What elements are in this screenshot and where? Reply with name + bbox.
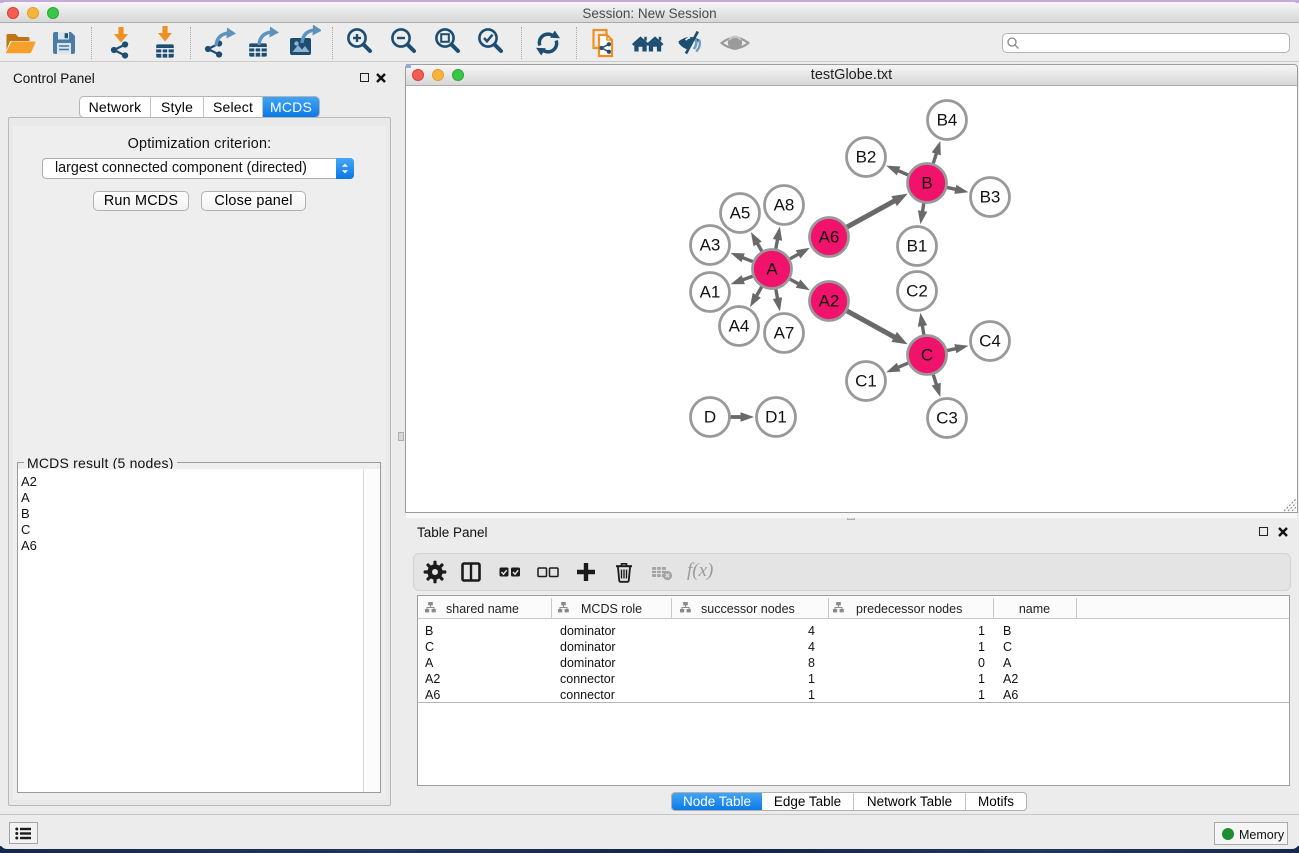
- svg-text:A7: A7: [774, 324, 795, 343]
- svg-text:A8: A8: [774, 196, 795, 215]
- svg-text:D1: D1: [765, 408, 787, 427]
- svg-text:C2: C2: [906, 282, 928, 301]
- svg-text:D: D: [704, 408, 716, 427]
- svg-text:B2: B2: [856, 148, 877, 167]
- svg-text:A1: A1: [700, 283, 721, 302]
- svg-text:C4: C4: [979, 332, 1001, 351]
- svg-text:A5: A5: [730, 204, 751, 223]
- svg-text:B: B: [921, 174, 932, 193]
- svg-text:A2: A2: [819, 292, 840, 311]
- svg-text:A4: A4: [729, 317, 750, 336]
- svg-text:B1: B1: [907, 237, 928, 256]
- svg-text:C: C: [921, 346, 933, 365]
- svg-text:B3: B3: [980, 188, 1001, 207]
- svg-text:A: A: [766, 260, 778, 279]
- svg-text:C1: C1: [855, 372, 877, 391]
- svg-text:B4: B4: [937, 111, 958, 130]
- svg-text:A3: A3: [700, 236, 721, 255]
- svg-text:C3: C3: [936, 409, 958, 428]
- svg-text:A6: A6: [819, 228, 840, 247]
